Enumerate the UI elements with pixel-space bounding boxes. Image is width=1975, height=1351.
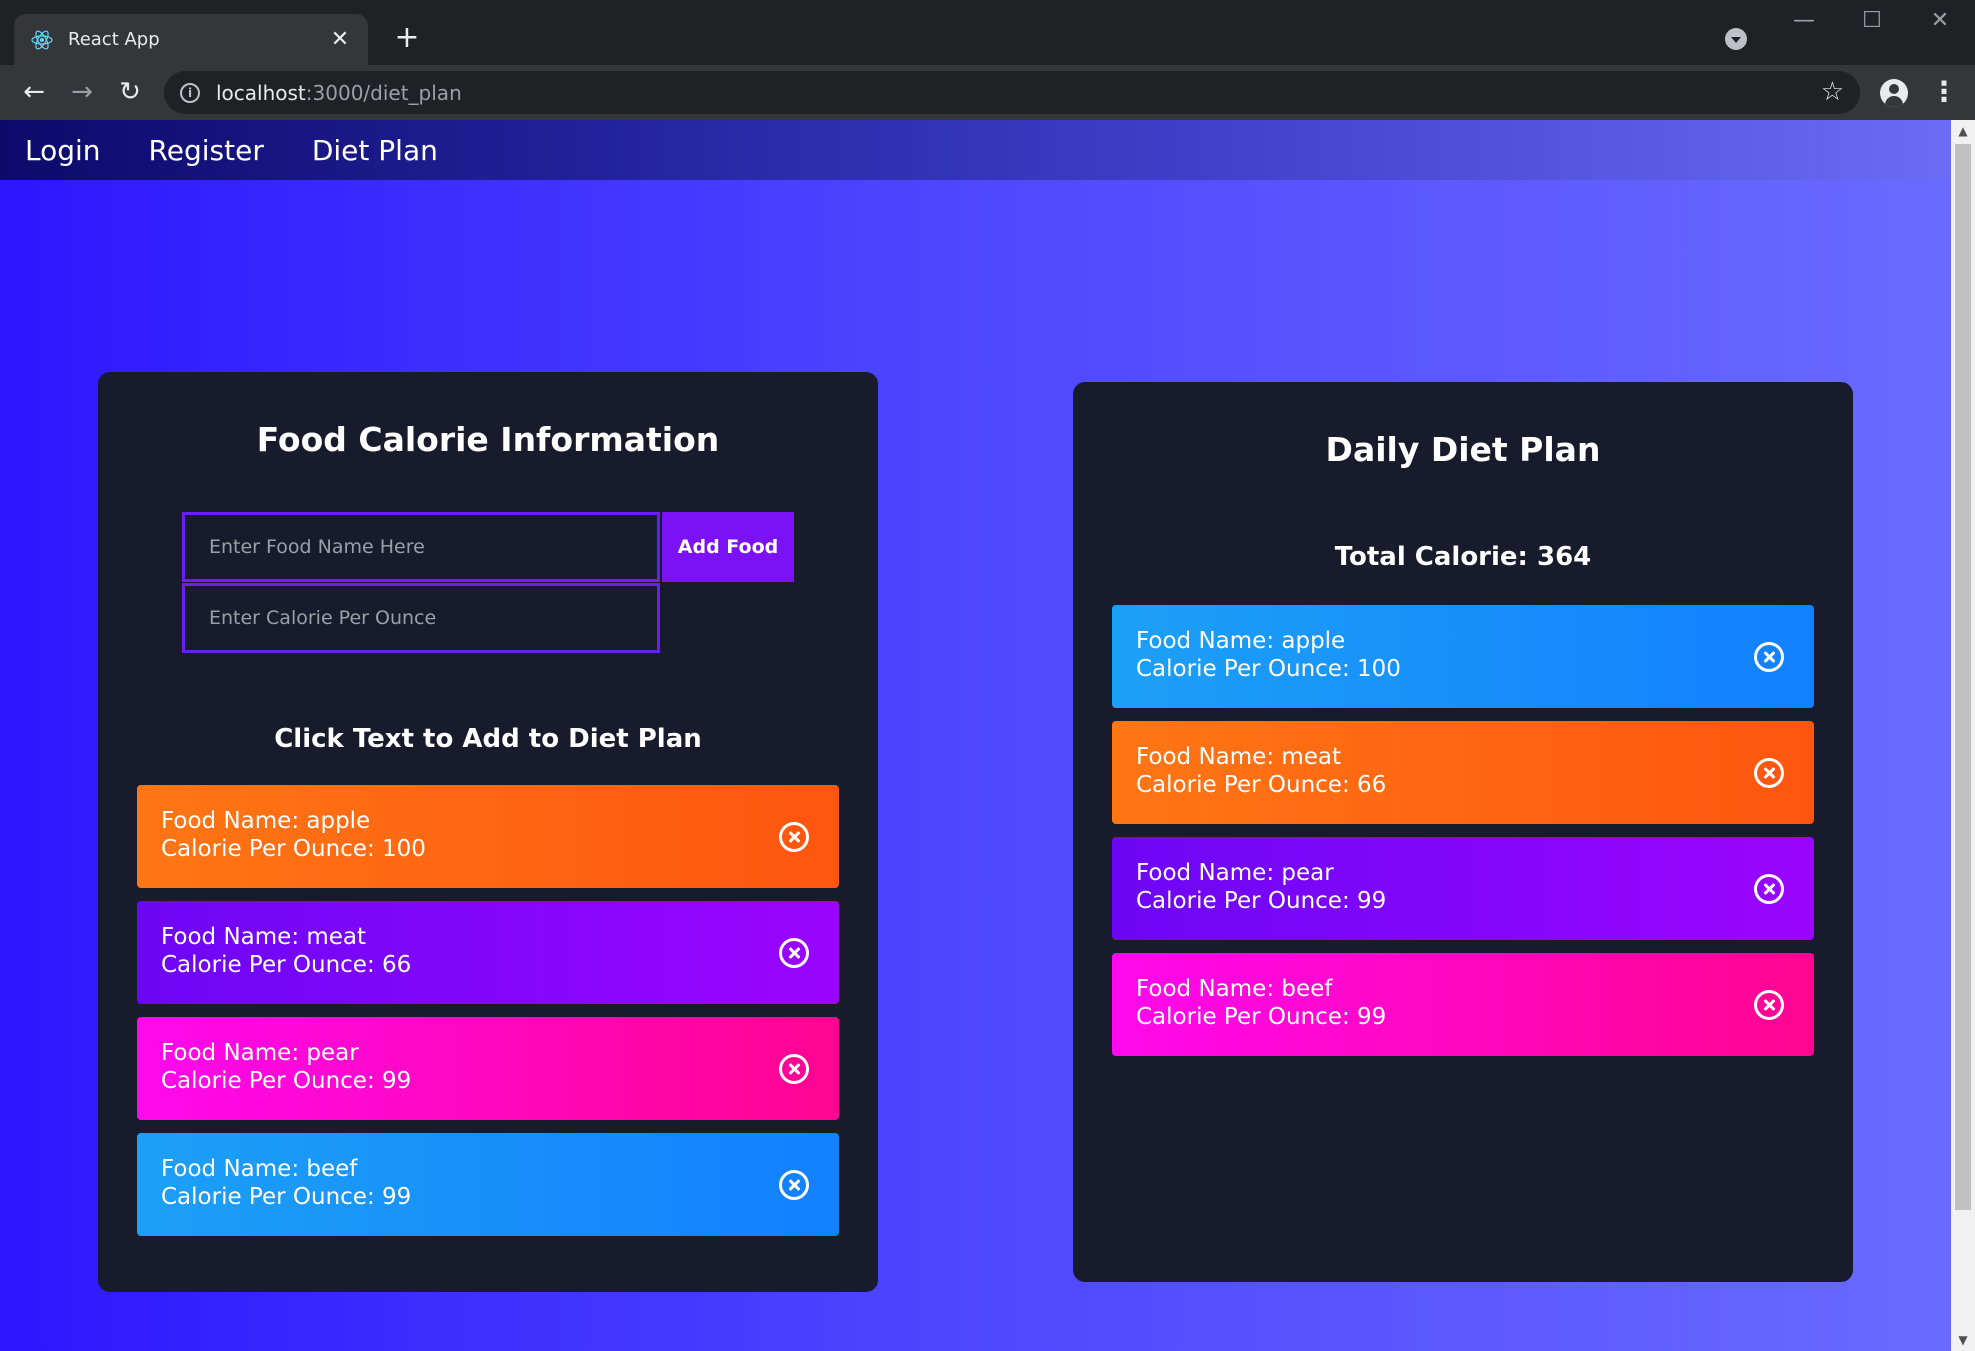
food-calorie-card: Food Calorie Information Add Food Click … — [98, 372, 878, 1292]
food-name-text[interactable]: Food Name: meat — [161, 923, 839, 951]
browser-toolbar: ← → ↻ i localhost :3000/diet_plan ☆ ⋮ — [0, 65, 1975, 120]
window-close-icon[interactable]: ✕ — [1920, 8, 1960, 33]
food-calorie-text[interactable]: Calorie Per Ounce: 99 — [161, 1067, 839, 1095]
browser-tab[interactable]: React App ✕ — [14, 14, 368, 65]
food-calorie-text[interactable]: Calorie Per Ounce: 100 — [161, 835, 839, 863]
food-calorie-text[interactable]: Calorie Per Ounce: 99 — [161, 1183, 839, 1211]
nav-register-link[interactable]: Register — [149, 134, 264, 167]
food-name-text[interactable]: Food Name: pear — [161, 1039, 839, 1067]
remove-circle-icon[interactable] — [779, 822, 809, 852]
info-icon[interactable]: i — [180, 82, 200, 103]
tab-title: React App — [68, 29, 160, 50]
food-name-text[interactable]: Food Name: meat — [1136, 743, 1814, 771]
top-navbar: Login Register Diet Plan — [0, 120, 1951, 180]
remove-circle-icon[interactable] — [779, 1054, 809, 1084]
scroll-up-arrow-icon[interactable]: ▲ — [1951, 120, 1975, 142]
diet-item[interactable]: Food Name: pear Calorie Per Ounce: 99 — [1112, 837, 1814, 940]
food-calorie-text[interactable]: Calorie Per Ounce: 66 — [161, 951, 839, 979]
food-name-text[interactable]: Food Name: apple — [161, 807, 839, 835]
page-viewport: Login Register Diet Plan Food Calorie In… — [0, 120, 1975, 1351]
food-name-input[interactable] — [182, 512, 660, 582]
food-list: Food Name: apple Calorie Per Ounce: 100 … — [137, 785, 839, 1249]
tab-search-icon[interactable] — [1725, 28, 1747, 50]
profile-avatar-icon[interactable] — [1880, 79, 1908, 107]
remove-circle-icon[interactable] — [779, 1170, 809, 1200]
daily-diet-plan-card: Daily Diet Plan Total Calorie: 364 Food … — [1073, 382, 1853, 1282]
nav-diet-plan-link[interactable]: Diet Plan — [312, 134, 438, 167]
food-calorie-text[interactable]: Calorie Per Ounce: 100 — [1136, 655, 1814, 683]
food-name-text[interactable]: Food Name: pear — [1136, 859, 1814, 887]
diet-item[interactable]: Food Name: meat Calorie Per Ounce: 66 — [1112, 721, 1814, 824]
food-calorie-title: Food Calorie Information — [256, 420, 720, 459]
reload-icon[interactable]: ↻ — [114, 77, 146, 107]
forward-icon[interactable]: → — [66, 77, 98, 107]
remove-circle-icon[interactable] — [1754, 642, 1784, 672]
food-name-text[interactable]: Food Name: apple — [1136, 627, 1814, 655]
remove-circle-icon[interactable] — [1754, 874, 1784, 904]
diet-item[interactable]: Food Name: apple Calorie Per Ounce: 100 — [1112, 605, 1814, 708]
remove-circle-icon[interactable] — [1754, 990, 1784, 1020]
click-to-add-heading: Click Text to Add to Diet Plan — [274, 724, 702, 754]
food-calorie-text[interactable]: Calorie Per Ounce: 66 — [1136, 771, 1814, 799]
tab-close-icon[interactable]: ✕ — [328, 27, 352, 52]
food-item[interactable]: Food Name: beef Calorie Per Ounce: 99 — [137, 1133, 839, 1236]
maximize-icon[interactable]: ☐ — [1852, 8, 1892, 33]
food-item[interactable]: Food Name: apple Calorie Per Ounce: 100 — [137, 785, 839, 888]
remove-circle-icon[interactable] — [779, 938, 809, 968]
vertical-scrollbar[interactable]: ▲ ▼ — [1951, 120, 1975, 1351]
food-item[interactable]: Food Name: pear Calorie Per Ounce: 99 — [137, 1017, 839, 1120]
scroll-thumb[interactable] — [1955, 144, 1971, 1210]
url-path: :3000/diet_plan — [305, 80, 462, 105]
react-icon — [31, 30, 53, 49]
total-calorie: Total Calorie: 364 — [1334, 542, 1592, 572]
food-name-text[interactable]: Food Name: beef — [161, 1155, 839, 1183]
food-calorie-text[interactable]: Calorie Per Ounce: 99 — [1136, 1003, 1814, 1031]
new-tab-icon[interactable]: + — [392, 20, 422, 55]
diet-item[interactable]: Food Name: beef Calorie Per Ounce: 99 — [1112, 953, 1814, 1056]
food-item[interactable]: Food Name: meat Calorie Per Ounce: 66 — [137, 901, 839, 1004]
add-food-button[interactable]: Add Food — [662, 512, 794, 582]
address-bar[interactable]: i localhost :3000/diet_plan ☆ — [164, 71, 1860, 114]
nav-login-link[interactable]: Login — [25, 134, 101, 167]
bookmark-star-icon[interactable]: ☆ — [1821, 77, 1844, 107]
browser-menu-icon[interactable]: ⋮ — [1930, 75, 1958, 108]
minimize-icon[interactable]: — — [1784, 8, 1824, 33]
url-host: localhost — [216, 80, 306, 105]
calorie-input[interactable] — [182, 583, 660, 653]
diet-plan-title: Daily Diet Plan — [1325, 430, 1601, 469]
remove-circle-icon[interactable] — [1754, 758, 1784, 788]
back-icon[interactable]: ← — [18, 77, 50, 107]
tab-strip: React App ✕ + — ☐ ✕ — [0, 0, 1975, 65]
food-calorie-text[interactable]: Calorie Per Ounce: 99 — [1136, 887, 1814, 915]
diet-plan-list: Food Name: apple Calorie Per Ounce: 100 … — [1112, 605, 1814, 1069]
scroll-down-arrow-icon[interactable]: ▼ — [1951, 1329, 1975, 1351]
food-name-text[interactable]: Food Name: beef — [1136, 975, 1814, 1003]
